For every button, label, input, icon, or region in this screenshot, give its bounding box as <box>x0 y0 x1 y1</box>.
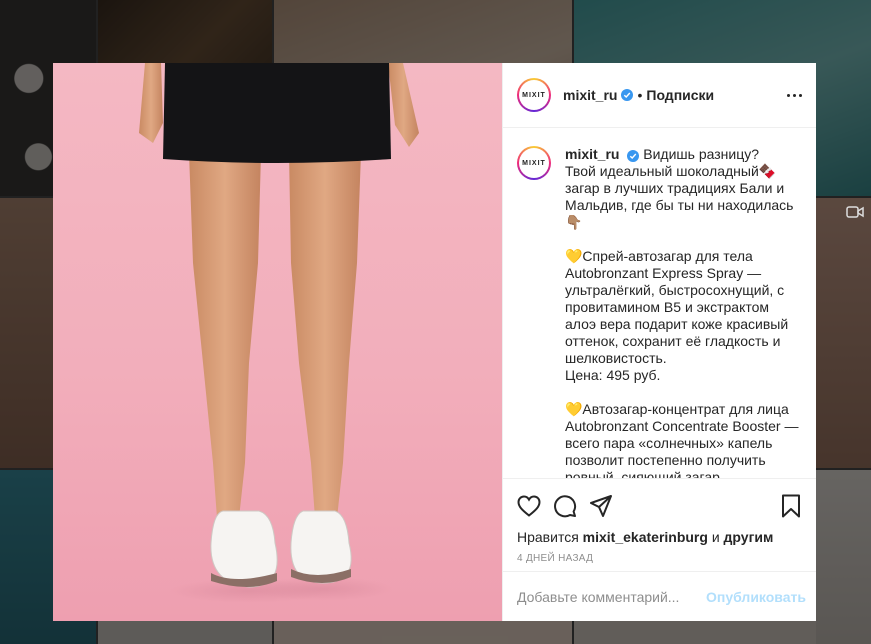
likes-and: и <box>711 529 720 545</box>
heart-icon[interactable] <box>517 495 541 517</box>
video-camera-icon <box>846 206 864 218</box>
post-modal: MIXIT mixit_ru • Подписки MIXIT mixit_ru… <box>53 63 816 621</box>
bookmark-icon[interactable] <box>780 494 802 518</box>
post-photo[interactable] <box>53 63 502 621</box>
verified-badge-icon <box>627 150 640 162</box>
caption-username[interactable]: mixit_ru <box>565 146 619 162</box>
verified-badge-icon <box>621 89 634 101</box>
likes-summary: Нравится mixit_ekaterinburg и другим <box>517 529 802 545</box>
caption-text: mixit_ru Видишь разницу? Твой идеальный … <box>565 146 802 478</box>
comment-bar: Опубликовать <box>503 571 816 621</box>
caption-body: Видишь разницу? Твой идеальный шоколадны… <box>565 146 799 478</box>
post-sidebar: MIXIT mixit_ru • Подписки MIXIT mixit_ru… <box>502 63 816 621</box>
publish-button[interactable]: Опубликовать <box>706 589 806 605</box>
action-icons <box>517 493 802 519</box>
share-icon[interactable] <box>589 494 613 518</box>
post-header: MIXIT mixit_ru • Подписки <box>503 63 816 128</box>
likes-others-link[interactable]: другим <box>724 529 774 545</box>
comment-input[interactable] <box>517 588 698 605</box>
post-username[interactable]: mixit_ru <box>563 87 617 103</box>
brand-logo: MIXIT <box>522 159 546 167</box>
avatar[interactable]: MIXIT <box>517 146 551 180</box>
post-caption: MIXIT mixit_ru Видишь разницу? Твой идеа… <box>503 128 816 478</box>
post-actions: Нравится mixit_ekaterinburg и другим 4 Д… <box>503 478 816 571</box>
avatar[interactable]: MIXIT <box>517 78 551 112</box>
comment-icon[interactable] <box>553 494 577 518</box>
likes-user-link[interactable]: mixit_ekaterinburg <box>583 529 708 545</box>
separator-dot: • <box>637 87 643 103</box>
post-date[interactable]: 4 ДНЕЙ НАЗАД <box>517 553 802 564</box>
more-icon[interactable] <box>787 93 802 97</box>
post-photo-illustration <box>139 63 419 603</box>
following-button[interactable]: Подписки <box>646 87 714 103</box>
likes-prefix: Нравится <box>517 529 579 545</box>
brand-logo: MIXIT <box>522 91 546 99</box>
